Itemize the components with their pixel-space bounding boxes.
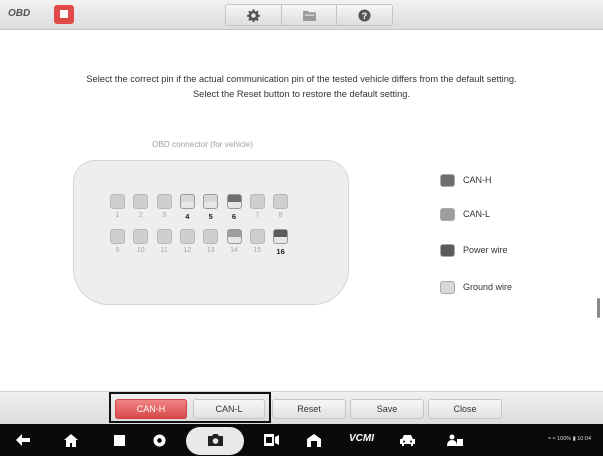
pin-12[interactable] <box>179 229 195 244</box>
pin-2[interactable] <box>133 194 149 209</box>
pin-9[interactable] <box>110 229 125 244</box>
legend-item-can-h: CAN-H <box>440 173 492 187</box>
pin-number-label: 12 <box>183 247 192 254</box>
browser-button[interactable] <box>150 431 168 449</box>
pin-8[interactable] <box>273 194 289 209</box>
browser-icon <box>152 433 166 447</box>
folder-icon <box>302 10 316 21</box>
settings-button[interactable] <box>226 5 282 25</box>
shop-button[interactable] <box>305 431 323 449</box>
app-logo: OBD <box>8 8 31 19</box>
home-button[interactable] <box>54 5 74 24</box>
top-toolbar: OBD ? <box>0 0 603 30</box>
pin-6[interactable] <box>226 194 242 209</box>
users-icon <box>447 434 463 446</box>
pin-1[interactable] <box>110 194 125 209</box>
pin-number-label: 4 <box>185 212 190 221</box>
pin-14[interactable] <box>226 229 242 244</box>
house-icon <box>64 433 78 447</box>
pin-number-label: 6 <box>231 212 237 221</box>
legend-label: Power wire <box>463 245 508 255</box>
pin-15[interactable] <box>249 229 265 244</box>
camera-icon-wrap <box>206 431 224 449</box>
square-icon <box>113 434 125 446</box>
pin-13[interactable] <box>203 229 219 244</box>
pin-number-label: 13 <box>206 247 215 254</box>
legend-swatch <box>440 280 455 294</box>
legend-item-power: Power wire <box>440 243 508 257</box>
svg-text:?: ? <box>362 10 368 20</box>
legend-swatch <box>440 207 455 221</box>
instruction-line-1: Select the correct pin if the actual com… <box>86 74 517 84</box>
pin-number-label: 7 <box>255 212 260 219</box>
screen-record-icon <box>263 434 279 446</box>
toolbar-tool-group: ? <box>225 4 393 26</box>
pin-number-label: 10 <box>136 247 145 254</box>
back-arrow-icon <box>16 434 30 446</box>
pin-3[interactable] <box>156 194 172 209</box>
reset-button[interactable]: Reset <box>272 399 346 419</box>
pin-number-label: 8 <box>278 212 283 219</box>
home-nav-button[interactable] <box>62 431 80 449</box>
bottom-button-bar: CAN-H CAN-L Reset Save Close <box>0 391 603 424</box>
pin-number-label: 14 <box>230 247 238 254</box>
legend-item-ground: Ground wire <box>440 280 512 294</box>
pin-11[interactable] <box>156 229 172 244</box>
legend-label: CAN-H <box>463 175 492 185</box>
pin-number-label: 1 <box>115 212 120 219</box>
pin-number-label: 2 <box>138 212 143 219</box>
pin-number-label: 15 <box>253 247 262 254</box>
legend-item-can-l: CAN-L <box>440 207 490 221</box>
pin-10[interactable] <box>133 229 149 244</box>
recents-button[interactable] <box>110 431 128 449</box>
pin-7[interactable] <box>249 194 265 209</box>
back-button[interactable] <box>14 431 32 449</box>
save-button[interactable]: Save <box>350 399 424 419</box>
home-square-icon <box>60 10 68 18</box>
gear-icon <box>246 8 260 22</box>
connector-title: OBD connector (for vehicle) <box>152 140 254 149</box>
pin-4[interactable] <box>179 194 195 209</box>
vcmi-label[interactable]: VCMI <box>349 433 374 444</box>
legend-swatch <box>440 243 455 257</box>
pin-16[interactable] <box>273 229 289 244</box>
help-icon: ? <box>358 8 371 22</box>
instruction-line-2: Select the Reset button to restore the d… <box>192 89 411 99</box>
pin-number-label: 9 <box>115 247 120 254</box>
screen-record-button[interactable] <box>262 431 280 449</box>
pin-number-label: 5 <box>208 212 213 221</box>
files-button[interactable] <box>281 5 338 25</box>
legend-swatch <box>440 173 455 187</box>
pin-number-label: 11 <box>160 247 168 254</box>
status-area: ≈ ≈ 100% ▮ 10:04 <box>548 436 592 442</box>
legend-label: Ground wire <box>463 282 513 292</box>
legend-label: CAN-L <box>463 209 491 219</box>
close-button[interactable]: Close <box>428 399 502 419</box>
selection-highlight-box <box>109 392 271 423</box>
camera-icon <box>207 434 223 446</box>
pin-5[interactable] <box>203 194 219 209</box>
pin-number-label: 3 <box>162 212 167 219</box>
scrollbar[interactable] <box>597 298 600 318</box>
obd-connector: 1 2 3 4 5 6 7 8 9 10 11 12 13 14 15 16 <box>73 160 349 305</box>
pin-number-label: 16 <box>276 247 285 256</box>
remote-support-button[interactable] <box>446 431 464 449</box>
diagnostics-button[interactable] <box>398 431 416 449</box>
shop-icon <box>307 433 321 447</box>
system-nav-bar: VCMI ≈ ≈ 100% ▮ 10:04 <box>0 424 603 456</box>
car-icon <box>399 435 415 446</box>
help-button[interactable]: ? <box>337 5 392 25</box>
instruction-text: Select the correct pin if the actual com… <box>0 72 603 102</box>
